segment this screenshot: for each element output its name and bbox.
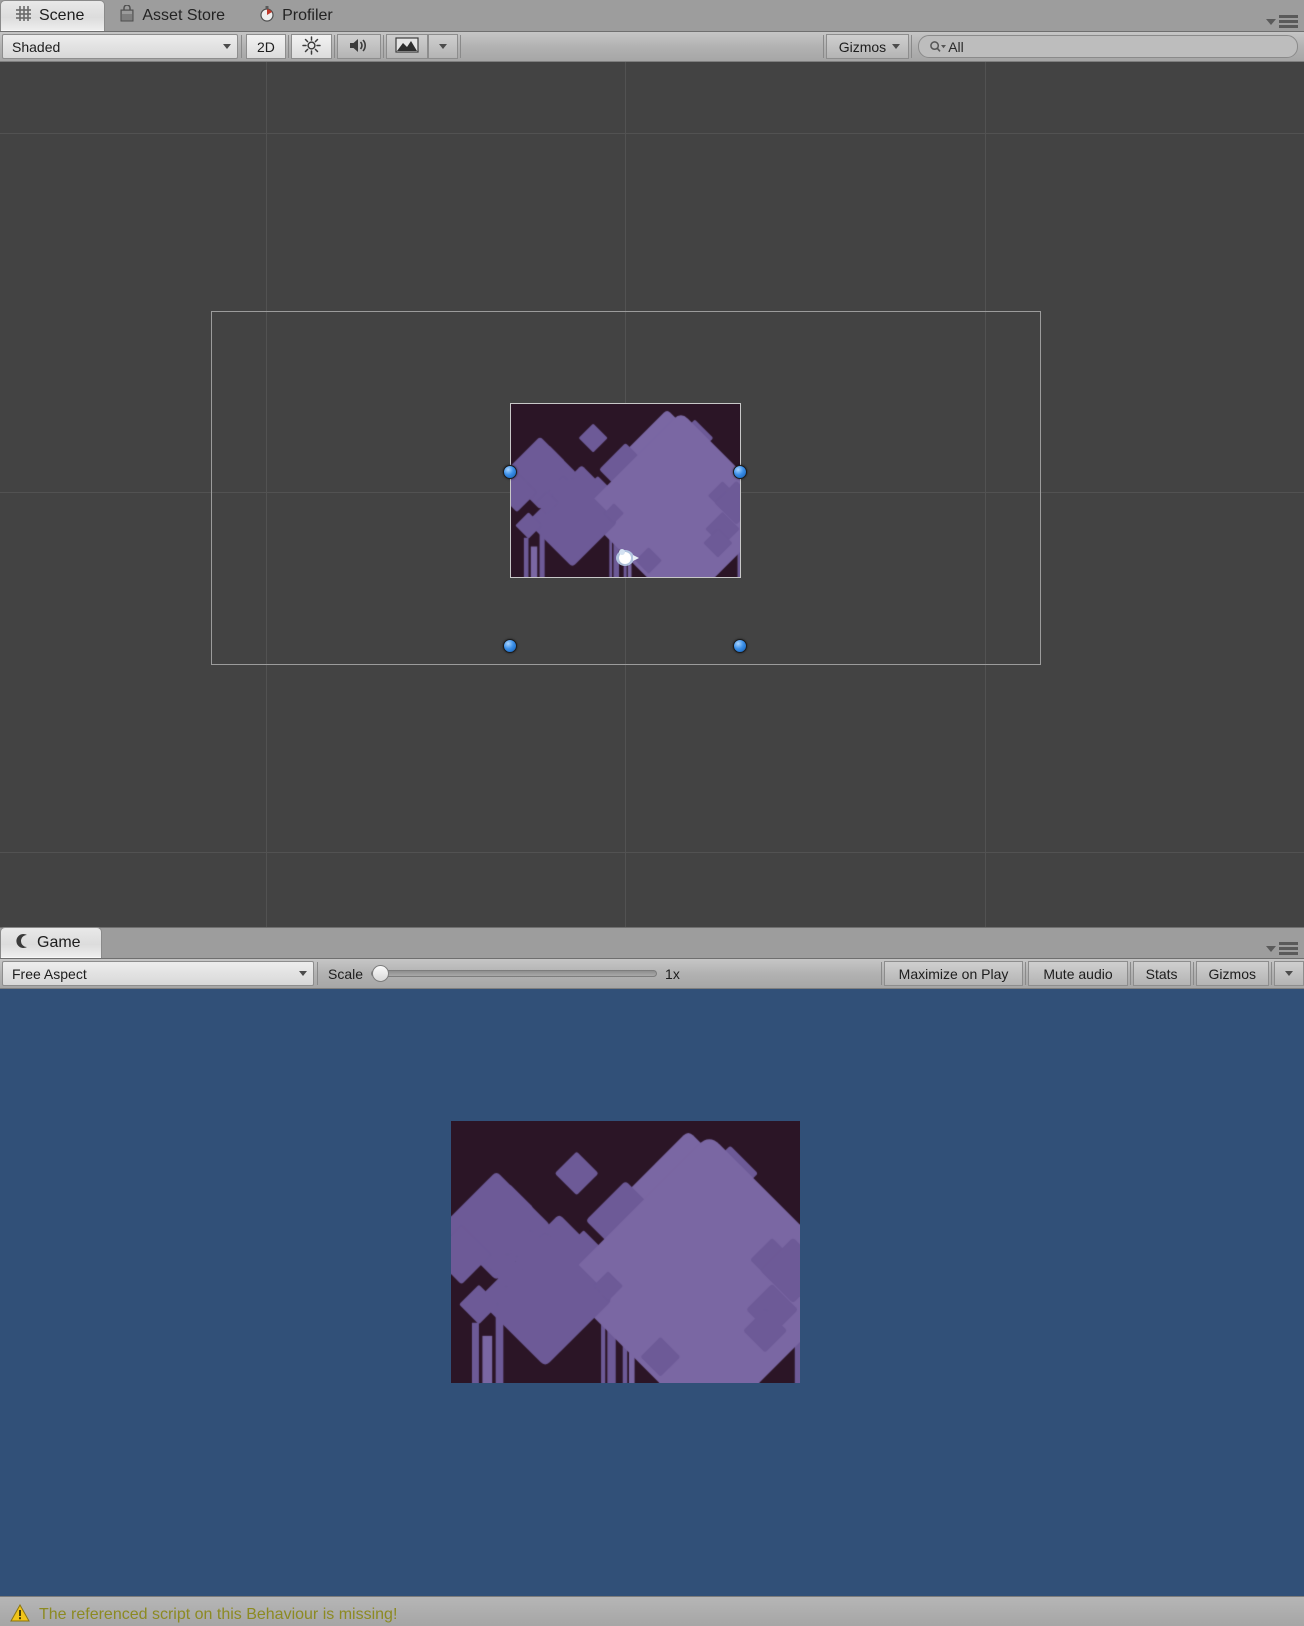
scene-search-input[interactable]: All [918,35,1299,58]
game-viewport[interactable] [0,989,1304,1626]
gizmos-label: Gizmos [838,38,887,55]
tab-profiler-label: Profiler [282,6,333,24]
sun-icon [302,35,321,58]
chevron-down-icon [223,44,231,49]
game-toolbar: Free Aspect Scale 1x Maximize on Play Mu… [0,959,1304,989]
toolbar-separator [1129,962,1131,985]
scene-search-value: All [948,38,964,55]
toolbar-separator [1025,962,1027,985]
toolbar-separator [459,35,461,58]
tab-asset-store-label: Asset Store [142,6,226,24]
image-icon [395,37,419,56]
gizmos-dropdown-button[interactable]: Gizmos [825,34,910,59]
scale-label: Scale [328,965,364,982]
toggle-2d-button[interactable]: 2D [246,34,286,59]
aspect-ratio-label: Free Aspect [12,965,87,982]
speaker-icon [348,36,370,58]
scene-grid-line [0,133,1304,134]
search-icon [929,40,947,54]
scene-grid-line [0,852,1304,853]
chevron-down-icon [438,44,447,49]
tab-game[interactable]: Game [0,927,102,958]
status-bar[interactable]: The referenced script on this Behaviour … [0,1596,1304,1626]
scene-panel-tabbar: Scene Asset Store Profiler [0,0,1304,32]
toolbar-separator [822,35,824,58]
draw-mode-dropdown[interactable]: Shaded [2,34,238,59]
tab-game-label: Game [37,934,81,951]
selection-handle-bottom-left[interactable] [503,639,517,653]
chevron-down-icon [892,44,901,49]
grid-icon [15,5,32,27]
chevron-down-icon [299,971,307,976]
mute-audio-button[interactable]: Mute audio [1028,961,1128,986]
toolbar-separator [880,962,882,985]
toolbar-separator [241,35,242,58]
maximize-on-play-button[interactable]: Maximize on Play [883,961,1024,986]
stopwatch-icon [259,5,275,27]
game-gizmos-dropdown-button[interactable] [1274,961,1304,986]
tab-asset-store[interactable]: Asset Store [105,0,245,31]
panel-menu-lines-icon [1279,942,1298,955]
camera-gizmo-icon[interactable] [612,543,642,573]
tab-scene[interactable]: Scene [0,0,106,31]
game-gizmos-button[interactable]: Gizmos [1195,961,1269,986]
toolbar-separator [911,35,913,58]
panel-menu-lines-icon [1279,15,1298,28]
draw-mode-label: Shaded [12,38,61,55]
warning-triangle-icon [10,1603,30,1625]
effects-toggle-button[interactable] [385,34,428,59]
tab-scene-label: Scene [39,7,85,24]
toolbar-separator [1271,962,1272,985]
game-gizmos-label: Gizmos [1208,965,1256,982]
toggle-2d-label: 2D [257,38,275,55]
scale-slider-group[interactable]: Scale 1x [320,959,699,988]
scene-viewport[interactable] [0,62,1304,927]
game-panel-options-icon[interactable] [1266,942,1298,955]
selection-handle-bottom-right[interactable] [733,639,747,653]
mute-audio-label: Mute audio [1043,965,1113,982]
toolbar-separator [382,35,384,58]
scene-toolbar: Shaded 2D Gizmos All [0,32,1304,62]
selection-handle-top-left[interactable] [503,465,517,479]
unity-editor-window: Scene Asset Store Profiler Shaded 2D Giz… [0,0,1304,1626]
scene-panel-options-icon[interactable] [1266,15,1298,28]
toolbar-separator [317,962,318,985]
toolbar-separator [1192,962,1194,985]
status-message: The referenced script on this Behaviour … [39,1605,398,1623]
toolbar-separator [333,35,335,58]
audio-toggle-button[interactable] [336,34,381,59]
game-panel-tabbar: Game [0,927,1304,959]
scale-value: 1x [665,965,680,982]
toolbar-separator [287,35,289,58]
stats-label: Stats [1145,965,1178,982]
stats-button[interactable]: Stats [1132,961,1191,986]
panel-menu-caret-icon [1266,18,1276,25]
aspect-ratio-dropdown[interactable]: Free Aspect [2,961,314,986]
effects-dropdown-button[interactable] [427,34,458,59]
scale-slider-track[interactable] [371,965,658,982]
gamepad-icon [15,933,30,954]
lighting-toggle-button[interactable] [290,34,332,59]
panel-menu-caret-icon [1266,945,1276,952]
maximize-on-play-label: Maximize on Play [898,965,1009,982]
tab-profiler[interactable]: Profiler [245,0,353,31]
game-sprite-canvas [451,1121,800,1383]
selection-handle-top-right[interactable] [733,465,747,479]
chevron-down-icon [1285,971,1293,976]
scale-slider-knob[interactable] [372,965,390,982]
shopping-bag-icon [119,3,135,27]
